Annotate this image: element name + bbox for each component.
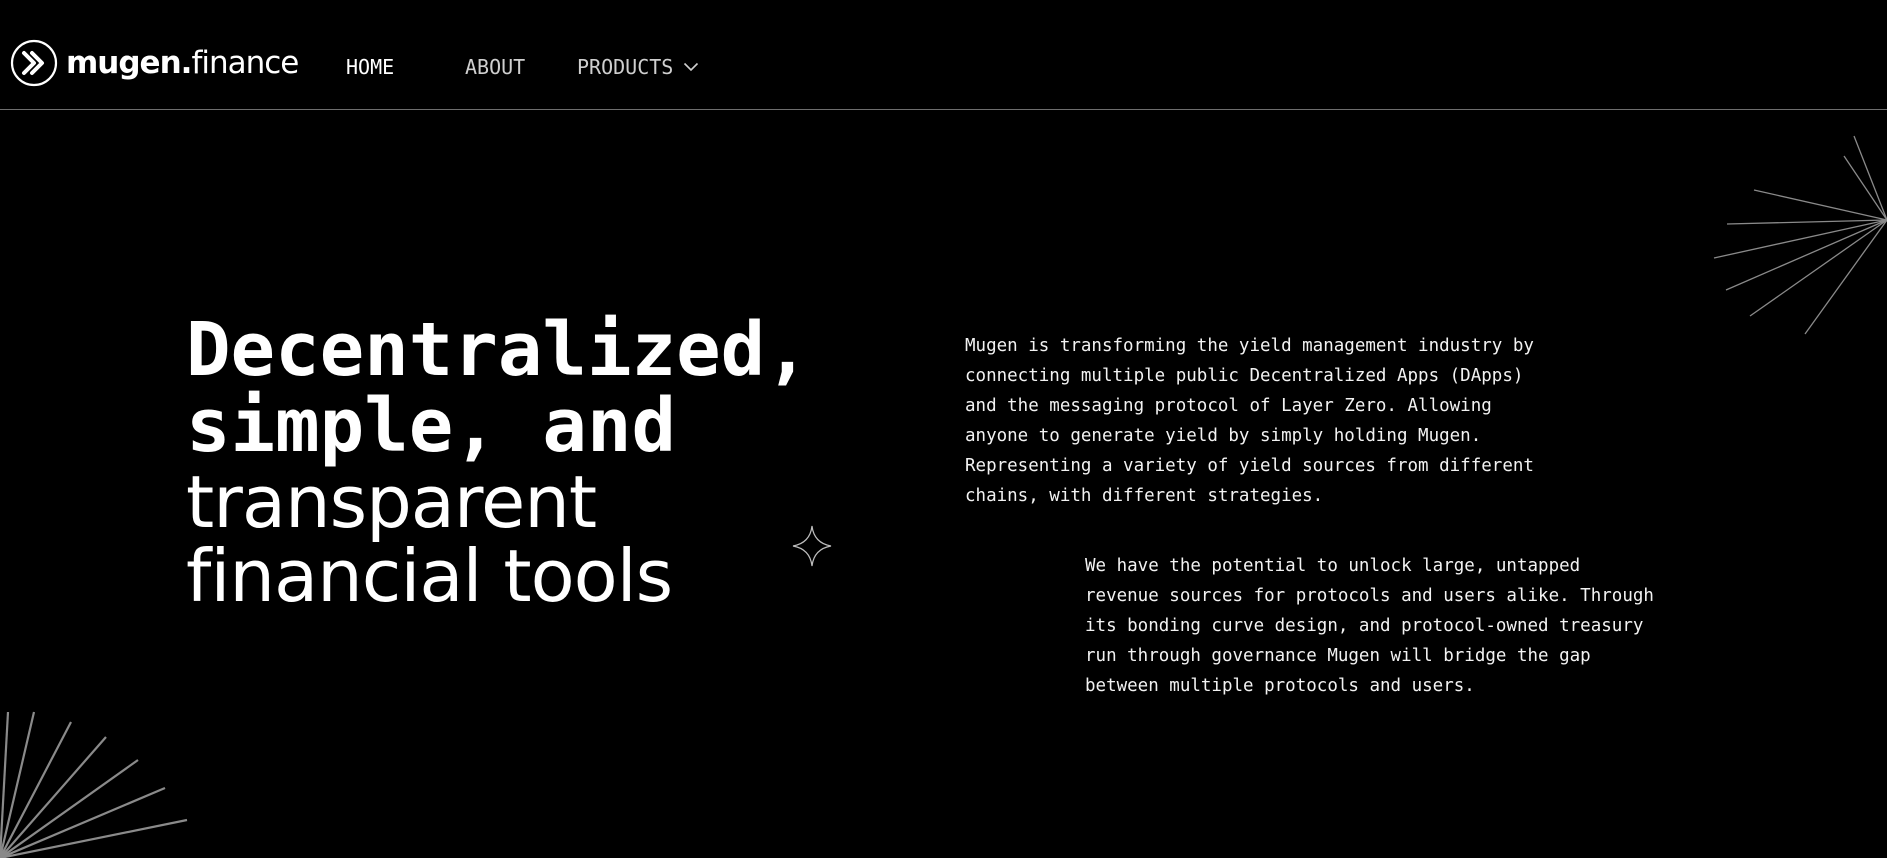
radiating-lines-decoration-bottom-left [0,711,188,858]
brand-name-dot: . [180,44,193,81]
four-point-star-icon [792,525,832,567]
brand-name-bold: mugen [66,44,182,81]
intro-paragraph: Mugen is transforming the yield manageme… [965,331,1534,511]
intro-line: Representing a variety of yield sources … [965,456,1534,476]
nav-home-link[interactable]: HOME [346,54,394,80]
potential-paragraph: We have the potential to unlock large, u… [1085,551,1654,701]
intro-line: anyone to generate yield by simply holdi… [965,426,1482,446]
potential-line: revenue sources for protocols and users … [1085,586,1654,606]
intro-line: connecting multiple public Decentralized… [965,366,1524,386]
hero-heading: Decentralized, simple, and transparent f… [186,312,886,613]
radiating-lines-decoration-top-right [1713,135,1887,335]
double-chevron-circle-icon [10,39,58,87]
chevron-down-icon [684,62,699,72]
intro-line: and the messaging protocol of Layer Zero… [965,396,1492,416]
hero-heading-bold-line-2: simple, and [186,383,677,469]
hero-heading-light-line-2: financial tools [186,534,673,618]
page: mugen.finance HOME ABOUT PRODUCTS Decent… [0,0,1887,858]
nav-products-dropdown[interactable]: PRODUCTS [577,54,699,80]
site-header: mugen.finance HOME ABOUT PRODUCTS [0,0,1887,110]
brand-name-light: finance [191,44,299,81]
brand-wordmark: mugen.finance [66,44,299,81]
hero-heading-bold-line-1: Decentralized, [186,307,810,393]
potential-line: We have the potential to unlock large, u… [1085,556,1581,576]
nav-products-label: PRODUCTS [577,55,674,79]
hero-heading-light-line-1: transparent [186,460,597,544]
intro-line: chains, with different strategies. [965,486,1324,506]
potential-line: its bonding curve design, and protocol-o… [1085,616,1644,636]
intro-line: Mugen is transforming the yield manageme… [965,336,1534,356]
nav-about-link[interactable]: ABOUT [465,54,525,80]
potential-line: run through governance Mugen will bridge… [1085,646,1591,666]
brand-logo[interactable]: mugen.finance [10,38,299,88]
potential-line: between multiple protocols and users. [1085,676,1475,696]
